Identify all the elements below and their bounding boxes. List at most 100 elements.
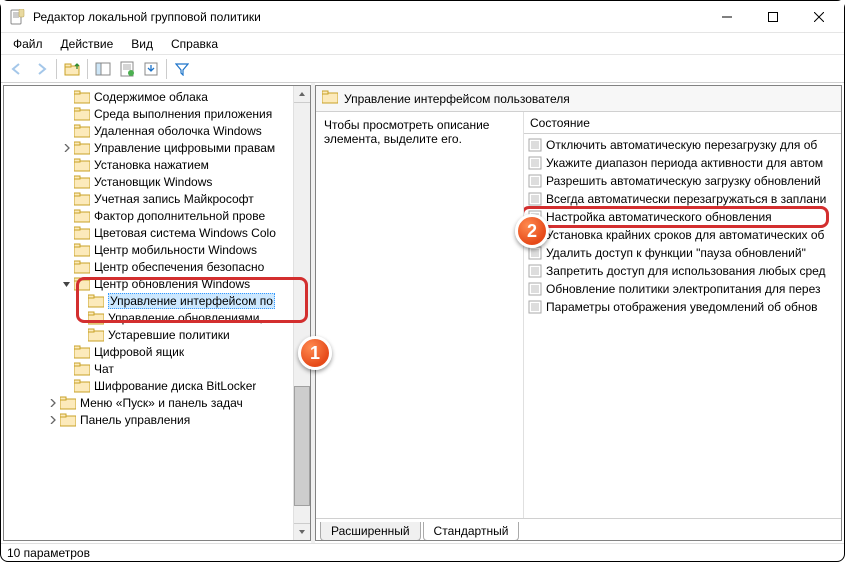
app-icon (9, 9, 25, 25)
list-item[interactable]: Параметры отображения уведомлений об обн… (524, 298, 841, 316)
list-item[interactable]: Установка крайних сроков для автоматичес… (524, 226, 841, 244)
list-header[interactable]: Состояние (524, 112, 841, 134)
folder-icon (74, 158, 90, 172)
titlebar: Редактор локальной групповой политики (1, 1, 844, 33)
tree-row[interactable]: Чат (4, 360, 310, 377)
tree-toggle-empty (60, 260, 74, 274)
tree-row[interactable]: Шифрование диска BitLocker (4, 377, 310, 394)
list-item[interactable]: Настройка автоматического обновления (524, 208, 841, 226)
list-item-label: Укажите диапазон периода активности для … (546, 156, 823, 170)
list-item-label: Разрешить автоматическую загрузку обновл… (546, 174, 821, 188)
folder-icon (74, 379, 90, 393)
tree-item-label: Фактор дополнительной прове (94, 209, 265, 223)
settings-list[interactable]: Отключить автоматическую перезагрузку дл… (524, 134, 841, 318)
toolbar-separator (166, 59, 167, 79)
tree-row[interactable]: Фактор дополнительной прове (4, 207, 310, 224)
show-hide-tree-button[interactable] (91, 57, 115, 81)
content-header: Управление интерфейсом пользователя (316, 86, 841, 112)
policy-icon (528, 228, 542, 242)
back-button[interactable] (5, 57, 29, 81)
policy-icon (528, 264, 542, 278)
tree-row[interactable]: Управление обновлениями, (4, 309, 310, 326)
list-item[interactable]: Удалить доступ к функции "пауза обновлен… (524, 244, 841, 262)
menubar: Файл Действие Вид Справка (1, 33, 844, 55)
forward-button[interactable] (29, 57, 53, 81)
list-item[interactable]: Запретить доступ для использования любых… (524, 262, 841, 280)
tree-item-label: Центр мобильности Windows (94, 243, 257, 257)
policy-icon (528, 156, 542, 170)
tree-toggle-empty (60, 379, 74, 393)
tree-row[interactable]: Удаленная оболочка Windows (4, 122, 310, 139)
toolbar (1, 55, 844, 83)
tree-row[interactable]: Цветовая система Windows Colo (4, 224, 310, 241)
list-item[interactable]: Укажите диапазон периода активности для … (524, 154, 841, 172)
tree-row[interactable]: Панель управления (4, 411, 310, 428)
list-item[interactable]: Отключить автоматическую перезагрузку дл… (524, 136, 841, 154)
menu-view[interactable]: Вид (123, 35, 161, 53)
close-button[interactable] (796, 2, 842, 32)
folder-icon (60, 413, 76, 427)
tree-toggle-empty (60, 158, 74, 172)
tree-toggle-empty (60, 226, 74, 240)
list-item[interactable]: Разрешить автоматическую загрузку обновл… (524, 172, 841, 190)
list-item-label: Установка крайних сроков для автоматичес… (546, 228, 824, 242)
folder-icon (74, 175, 90, 189)
folder-icon (74, 90, 90, 104)
list-item[interactable]: Обновление политики электропитания для п… (524, 280, 841, 298)
chevron-down-icon[interactable] (60, 277, 74, 291)
menu-file[interactable]: Файл (5, 35, 51, 53)
tree-row[interactable]: Установщик Windows (4, 173, 310, 190)
tree-row[interactable]: Центр мобильности Windows (4, 241, 310, 258)
tree-row[interactable]: Устаревшие политики (4, 326, 310, 343)
tree-row[interactable]: Управление интерфейсом по (4, 292, 310, 309)
policy-icon (528, 174, 542, 188)
tree-item-label: Управление цифровыми правам (94, 141, 275, 155)
folder-icon (88, 294, 104, 308)
tree-item-label: Центр обновления Windows (94, 277, 250, 291)
tree-toggle-empty (60, 124, 74, 138)
tab-standard[interactable]: Стандартный (423, 522, 520, 541)
list-item[interactable]: Всегда автоматически перезагружаться в з… (524, 190, 841, 208)
tree-item-label: Устаревшие политики (108, 328, 230, 342)
tree-row[interactable]: Управление цифровыми правам (4, 139, 310, 156)
policy-icon (528, 300, 542, 314)
list-item-label: Отключить автоматическую перезагрузку дл… (546, 138, 817, 152)
tree-row[interactable]: Центр обновления Windows (4, 275, 310, 292)
tree-row[interactable]: Учетная запись Майкрософт (4, 190, 310, 207)
menu-action[interactable]: Действие (53, 35, 122, 53)
tree-item-label: Меню «Пуск» и панель задач (80, 396, 243, 410)
tree-toggle-empty (60, 345, 74, 359)
tree-row[interactable]: Содержимое облака (4, 88, 310, 105)
policy-icon (528, 282, 542, 296)
list-item-label: Настройка автоматического обновления (546, 210, 772, 224)
tree-scrollbar[interactable] (293, 86, 310, 540)
properties-button[interactable] (115, 57, 139, 81)
tree[interactable]: Содержимое облакаСреда выполнения прилож… (4, 86, 310, 540)
export-list-button[interactable] (139, 57, 163, 81)
tree-row[interactable]: Меню «Пуск» и панель задач (4, 394, 310, 411)
tree-row[interactable]: Цифровой ящик (4, 343, 310, 360)
chevron-right-icon[interactable] (60, 141, 74, 155)
tree-row[interactable]: Установка нажатием (4, 156, 310, 173)
filter-button[interactable] (170, 57, 194, 81)
chevron-right-icon[interactable] (46, 396, 60, 410)
tree-row[interactable]: Среда выполнения приложения (4, 105, 310, 122)
tree-row[interactable]: Центр обеспечения безопасно (4, 258, 310, 275)
tree-item-label: Содержимое облака (94, 90, 208, 104)
tree-item-label: Центр обеспечения безопасно (94, 260, 264, 274)
content-title: Управление интерфейсом пользователя (344, 92, 570, 106)
minimize-button[interactable] (704, 2, 750, 32)
folder-icon (74, 209, 90, 223)
toolbar-separator (87, 59, 88, 79)
content-tabs: Расширенный Стандартный (316, 518, 841, 540)
folder-icon (74, 362, 90, 376)
tree-toggle-empty (60, 175, 74, 189)
tree-toggle-empty (74, 294, 88, 308)
menu-help[interactable]: Справка (163, 35, 226, 53)
maximize-button[interactable] (750, 2, 796, 32)
chevron-right-icon[interactable] (46, 413, 60, 427)
tab-extended[interactable]: Расширенный (320, 522, 421, 541)
tree-item-label: Цветовая система Windows Colo (94, 226, 276, 240)
tree-toggle-empty (60, 107, 74, 121)
up-button[interactable] (60, 57, 84, 81)
